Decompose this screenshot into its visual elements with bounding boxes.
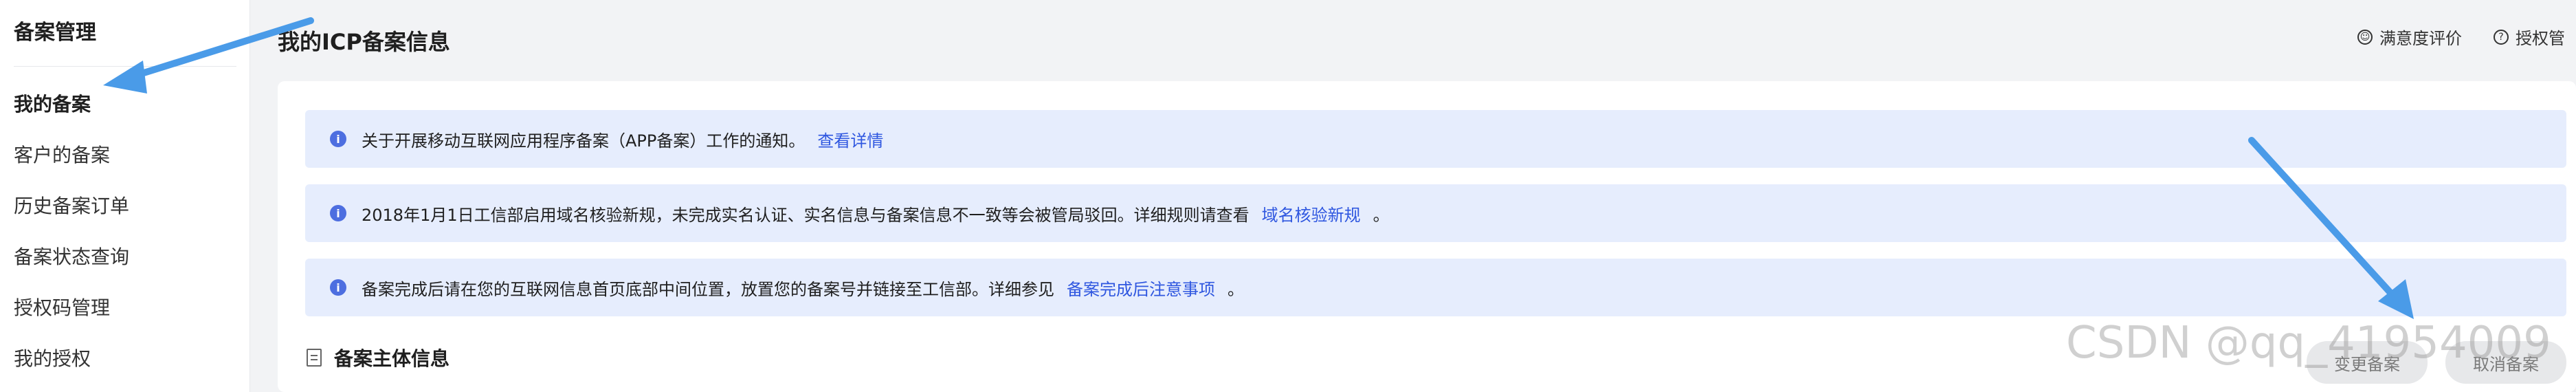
- help-icon: ?: [2494, 29, 2509, 45]
- notice-text: 备案完成后请在您的互联网信息首页底部中间位置，放置您的备案号并链接至工信部。详细…: [362, 279, 1054, 299]
- content-card: i 关于开展移动互联网应用程序备案（APP备案）工作的通知。 查看详情 i 20…: [278, 81, 2576, 392]
- satisfaction-rating-link[interactable]: ☺ 满意度评价: [2357, 25, 2462, 49]
- sidebar: 备案管理 我的备案 客户的备案 历史备案订单 备案状态查询 授权码管理 我的授权: [0, 0, 250, 392]
- notice-app-filing: i 关于开展移动互联网应用程序备案（APP备案）工作的通知。 查看详情: [305, 110, 2566, 168]
- sidebar-item-customer-filings[interactable]: 客户的备案: [14, 140, 110, 168]
- page-title: 我的ICP备案信息: [278, 29, 450, 55]
- document-icon: [307, 349, 322, 367]
- section-title: 备案主体信息: [307, 344, 449, 371]
- satisfaction-rating-label: 满意度评价: [2379, 29, 2462, 48]
- info-icon: i: [330, 131, 346, 147]
- notice-text: 2018年1月1日工信部启用域名核验新规，未完成实名认证、实名信息与备案信息不一…: [362, 205, 1250, 225]
- notice-tail: 。: [1228, 279, 1244, 299]
- info-icon: i: [330, 279, 346, 296]
- sidebar-item-auth-code[interactable]: 授权码管理: [14, 293, 110, 320]
- info-icon: i: [330, 205, 346, 221]
- topbar: 我的ICP备案信息 ☺ 满意度评价 ? 授权管: [250, 0, 2576, 72]
- view-details-link[interactable]: 查看详情: [817, 127, 883, 151]
- authorization-label: 授权管: [2516, 29, 2565, 48]
- notice-after-filing: i 备案完成后请在您的互联网信息首页底部中间位置，放置您的备案号并链接至工信部。…: [305, 259, 2566, 316]
- sidebar-item-my-authorization[interactable]: 我的授权: [14, 344, 91, 371]
- notice-domain-verification: i 2018年1月1日工信部启用域名核验新规，未完成实名认证、实名信息与备案信息…: [305, 184, 2566, 242]
- domain-verification-link[interactable]: 域名核验新规: [1262, 202, 1361, 226]
- notice-text: 关于开展移动互联网应用程序备案（APP备案）工作的通知。: [362, 131, 806, 151]
- sidebar-item-my-filings[interactable]: 我的备案: [14, 89, 91, 117]
- sidebar-item-status-query[interactable]: 备案状态查询: [14, 242, 129, 270]
- change-filing-button[interactable]: 变更备案: [2307, 341, 2428, 384]
- notice-tail: 。: [1373, 205, 1390, 225]
- smiley-icon: ☺: [2357, 29, 2373, 45]
- sidebar-divider: [14, 66, 236, 67]
- sidebar-title: 备案管理: [14, 21, 96, 45]
- section-title-label: 备案主体信息: [334, 347, 450, 370]
- sidebar-item-history-orders[interactable]: 历史备案订单: [14, 191, 129, 219]
- authorization-link[interactable]: ? 授权管: [2494, 25, 2565, 49]
- post-filing-notes-link[interactable]: 备案完成后注意事项: [1067, 276, 1215, 300]
- cancel-filing-button[interactable]: 取消备案: [2445, 341, 2566, 384]
